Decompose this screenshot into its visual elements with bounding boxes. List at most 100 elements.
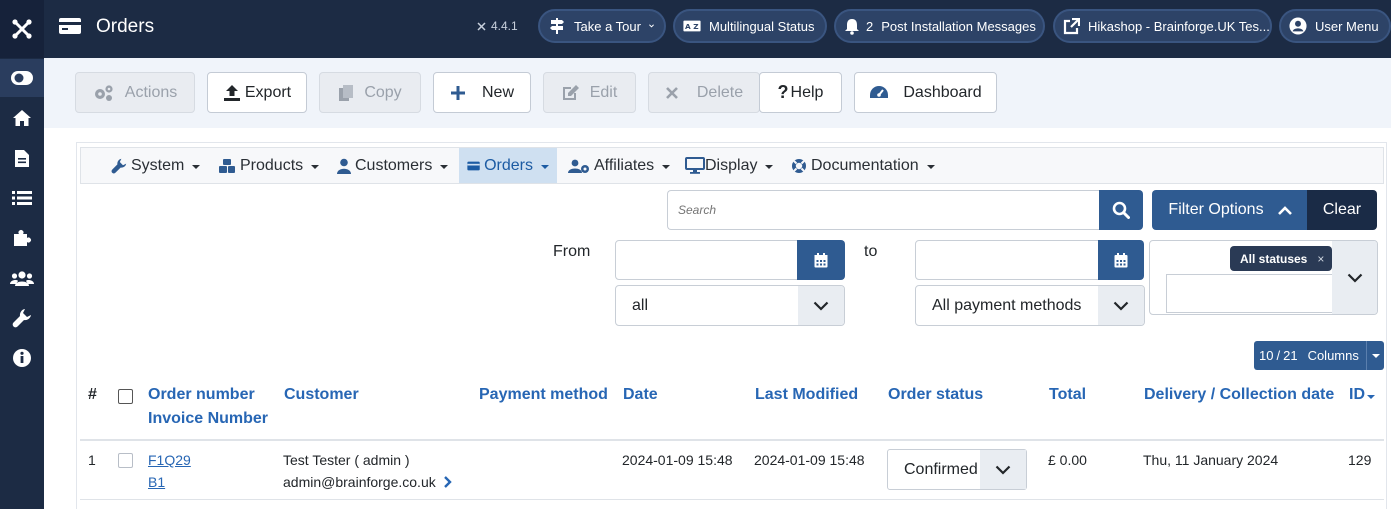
user-menu-label: User Menu [1315, 18, 1379, 34]
dashboard-button[interactable]: Dashboard [854, 72, 997, 113]
dashboard-icon [870, 85, 889, 98]
sidebar-item-menus[interactable] [0, 179, 44, 217]
status-filter-input[interactable] [1166, 274, 1334, 313]
delete-label: Delete [696, 83, 744, 101]
status-tag-label: All statuses [1240, 251, 1308, 266]
status-tag[interactable]: All statuses × [1230, 246, 1333, 271]
search-icon [1112, 201, 1130, 219]
columns-shown: 10 [1259, 348, 1274, 363]
table-row-divider [80, 499, 1384, 500]
filter-options-label: Filter Options [1168, 201, 1264, 218]
column-header-delivery[interactable]: Delivery / Collection date [1144, 383, 1334, 407]
invoice-number-link[interactable]: B1 [148, 471, 165, 493]
sidebar-item-content[interactable] [0, 139, 44, 177]
sidebar-toggle[interactable] [0, 59, 44, 97]
order-last-modified: 2024-01-09 15:48 [754, 452, 865, 468]
help-button[interactable]: ? Help [759, 72, 842, 113]
column-header-total[interactable]: Total [1049, 383, 1086, 407]
to-calendar-button[interactable] [1098, 240, 1144, 280]
column-header-payment-method[interactable]: Payment method [479, 383, 608, 407]
search-input[interactable] [667, 190, 1100, 230]
column-header-order-number[interactable]: Order number [148, 383, 255, 407]
from-calendar-button[interactable] [797, 240, 845, 280]
column-header-date[interactable]: Date [623, 383, 658, 407]
order-status-filter[interactable]: All statuses × [1149, 240, 1378, 315]
site-link-button[interactable]: Hikashop - Brainforge.UK Tes... [1053, 9, 1272, 43]
column-header-id[interactable]: ID [1349, 383, 1375, 407]
from-date-input[interactable] [615, 240, 798, 280]
chevron-down-icon [649, 24, 654, 28]
menu-display[interactable]: Display [677, 148, 781, 183]
customer-email-text: admin@brainforge.co.uk [283, 474, 436, 490]
column-header-customer[interactable]: Customer [284, 383, 359, 407]
chevron-down-icon [813, 301, 829, 311]
component-menubar: System Products Customers Orders Affilia… [80, 147, 1384, 184]
user-icon [337, 158, 351, 174]
post-installation-messages-button[interactable]: 2 Post Installation Messages [834, 9, 1045, 43]
status-filter-toggle[interactable] [1332, 241, 1377, 314]
language-icon: AZ [683, 20, 701, 32]
menu-products[interactable]: Products [210, 148, 327, 183]
credit-card-icon [467, 161, 480, 170]
multilingual-status-button[interactable]: AZ Multilingual Status [673, 9, 827, 43]
export-button[interactable]: Export [207, 72, 307, 113]
chevron-down-icon [995, 465, 1011, 475]
chevron-right-icon[interactable] [443, 476, 452, 488]
row-num: 1 [88, 452, 96, 468]
calendar-icon [1114, 252, 1128, 267]
copy-button[interactable]: Copy [319, 72, 421, 113]
clear-button[interactable]: Clear [1307, 190, 1377, 230]
sidebar-item-components[interactable] [0, 219, 44, 257]
order-type-value: all [632, 296, 649, 314]
order-status-select[interactable]: Confirmed [887, 449, 1027, 490]
chevron-down-icon [1113, 301, 1129, 311]
order-id: 129 [1348, 452, 1372, 468]
order-date: 2024-01-09 15:48 [622, 452, 733, 468]
menu-customers[interactable]: Customers [329, 148, 456, 183]
menu-customers-label: Customers [355, 156, 433, 174]
filter-options-button[interactable]: Filter Options [1152, 190, 1308, 230]
new-button[interactable]: New [433, 72, 531, 113]
sidebar-item-home[interactable] [0, 99, 44, 137]
search-button[interactable] [1099, 190, 1143, 230]
order-number-link[interactable]: F1Q29 [148, 449, 191, 471]
menu-documentation[interactable]: Documentation [783, 148, 943, 183]
menu-affiliates[interactable]: Affiliates [560, 148, 678, 183]
edit-button[interactable]: Edit [543, 72, 636, 113]
joomla-logo[interactable] [0, 0, 44, 58]
version-text: 4.4.1 [491, 19, 518, 33]
sort-desc-icon [1367, 395, 1375, 399]
column-header-last-modified[interactable]: Last Modified [755, 383, 858, 407]
delete-button[interactable]: Delete [648, 72, 760, 113]
menu-system-label: System [131, 156, 185, 174]
menu-system[interactable]: System [103, 148, 208, 183]
to-date-input[interactable] [915, 240, 1099, 280]
menu-display-label: Display [705, 156, 758, 174]
columns-button[interactable]: 10 / 21 Columns [1254, 341, 1384, 370]
copy-icon [339, 84, 354, 101]
sidebar [0, 0, 44, 509]
actions-button[interactable]: Actions [75, 72, 195, 113]
order-type-select[interactable]: all [615, 285, 845, 326]
menu-orders-label: Orders [484, 156, 533, 174]
sidebar-item-system[interactable] [0, 299, 44, 337]
file-icon [15, 149, 29, 167]
take-a-tour-button[interactable]: Take a Tour [538, 9, 666, 43]
table-header-divider [80, 439, 1384, 441]
menu-products-label: Products [240, 156, 304, 174]
order-status-value: Confirmed [904, 460, 978, 478]
select-all-checkbox[interactable] [118, 389, 133, 404]
users-icon [10, 271, 34, 286]
user-menu-button[interactable]: User Menu [1279, 9, 1391, 43]
status-tag-remove-icon[interactable]: × [1317, 252, 1324, 266]
delivery-date: Thu, 11 January 2024 [1143, 452, 1279, 468]
row-checkbox[interactable] [118, 453, 133, 468]
sidebar-item-help[interactable] [0, 339, 44, 377]
column-header-order-status[interactable]: Order status [888, 383, 983, 407]
column-header-invoice-number[interactable]: Invoice Number [148, 407, 268, 431]
orders-icon [58, 15, 82, 42]
payment-method-select[interactable]: All payment methods [915, 285, 1145, 326]
sidebar-item-users[interactable] [0, 259, 44, 297]
menu-orders[interactable]: Orders [459, 148, 557, 183]
order-total: £ 0.00 [1048, 452, 1087, 468]
